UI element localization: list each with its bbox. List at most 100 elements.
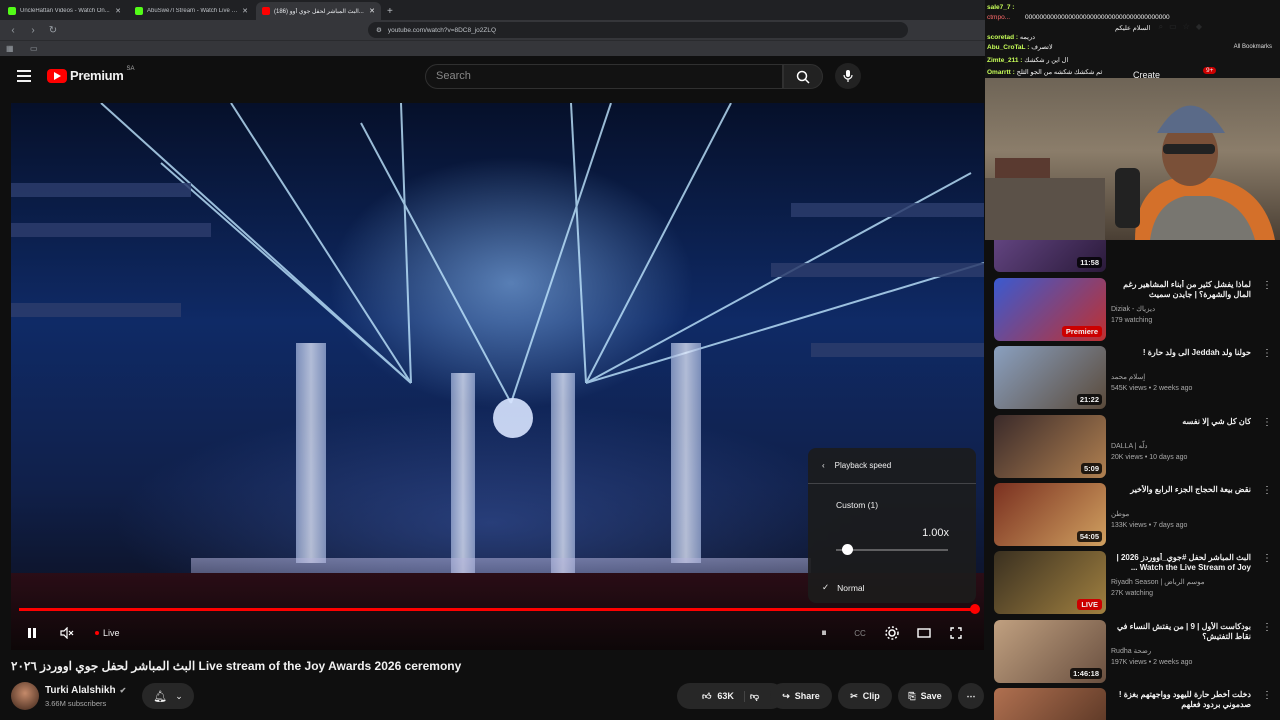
browser-tab-strip: UncleHattan Videos - Watch On... ✕ AbuSw… [0,0,985,20]
mute-button[interactable] [58,624,76,642]
speed-slider-handle[interactable] [842,544,854,555]
progress-bar[interactable] [19,608,976,611]
status-badge: LIVE [1077,599,1102,610]
recommendation-title[interactable]: دخلت أخطر حارة لليهود وواجهتهم بغزة ! صد… [1111,690,1251,712]
theater-icon [917,628,931,638]
recommendation-item[interactable]: Premiere لماذا يفشل كثير من أبناء المشاهي… [994,278,1274,342]
share-button[interactable]: ↪ Share [770,683,832,709]
close-tab-icon[interactable]: ✕ [115,7,121,15]
autoplay-toggle[interactable]: ⏸ [815,624,833,642]
fullscreen-button[interactable] [947,624,965,642]
menu-icon[interactable] [17,70,31,82]
search-input[interactable]: Search [425,64,783,89]
close-tab-icon[interactable]: ✕ [369,7,375,15]
recommendation-meta: 545K views • 2 weeks ago [1111,385,1193,392]
notification-badge[interactable]: 9+ [1203,67,1217,74]
normal-speed-option[interactable]: ✓ Normal [822,582,865,593]
recommendation-item[interactable]: LIVE البث المباشر لحفل #جوي_أووردز 2026 |… [994,551,1274,615]
address-bar[interactable]: ⚙ youtube.com/watch?v=8DC8_jo2ZLQ [368,22,908,38]
new-tab-button[interactable]: + [381,2,399,20]
video-thumbnail[interactable]: LIVE [994,551,1106,614]
clip-button[interactable]: ✂ Clip [838,683,892,709]
stream-chat-overlay: sale7_7 : ctmpo... 000000000000000000000… [985,0,1280,80]
recommendation-title[interactable]: كان كل شي إلا نفسه [1111,417,1251,439]
forward-icon[interactable]: › [26,23,40,37]
like-button[interactable]: 👍︎ 63K [702,690,745,702]
more-options-icon[interactable]: ⋮ [1262,690,1272,701]
recommendation-title[interactable]: نقض بيعة الحجاج الجزء الرابع والأخير [1111,485,1251,507]
apps-icon[interactable]: ▦ [6,44,14,53]
voice-search-button[interactable] [835,63,861,89]
chat-line: Omarrtt : ثم شكشك شكشه من الجو الثلج [987,69,1103,76]
channel-name[interactable]: Turki Alalshikh ✔ [45,685,126,696]
site-info-icon[interactable]: ⚙ [376,26,382,34]
recommendation-item[interactable]: 21:22 حولنا ولد Jeddah الى ولد حارة ! إسلا… [994,346,1274,410]
reload-icon[interactable]: ↻ [46,23,60,37]
recommendation-item[interactable]: 5:09 كان كل شي إلا نفسه DALLA | دلّه 20K vi… [994,415,1274,479]
speed-value: 1.00x [922,527,949,539]
url-text: youtube.com/watch?v=8DC8_jo2ZLQ [387,26,497,34]
browser-tab[interactable]: AbuSwe7l Stream - Watch Live on Ki... ✕ [129,2,254,20]
settings-button[interactable] [883,624,901,642]
recommendation-title[interactable]: حولنا ولد Jeddah الى ولد حارة ! [1111,348,1251,370]
recommendation-title[interactable]: بودكاست الأول | 9 | من يفتش النساء في نق… [1111,622,1251,644]
streamer-webcam [985,78,1280,240]
theater-mode-button[interactable] [915,624,933,642]
recommendation-item[interactable]: 11:5860K views • 8 days ago [994,240,1274,282]
browser-tab-active[interactable]: (186) البث المباشر لحفل جوي أوو... ✕ [256,2,381,20]
recommendation-channel[interactable]: DALLA | دلّه [1111,442,1148,450]
recommendation-channel[interactable]: Riyadh Season | موسم الرياض [1111,578,1205,586]
video-thumbnail[interactable]: 5:09 [994,415,1106,478]
bookmarks-folder[interactable]: All Bookmarks [1234,44,1272,50]
recommendation-item[interactable]: 1:46:18 بودكاست الأول | 9 | من يفتش النسا… [994,620,1274,684]
live-dot-icon [95,631,99,635]
video-thumbnail[interactable]: 11:58 [994,240,1106,272]
more-options-icon[interactable]: ⋮ [1262,417,1272,428]
video-thumbnail[interactable]: 1:46:18 [994,620,1106,683]
recommendation-meta: 179 watching [1111,317,1153,324]
video-thumbnail[interactable]: 21:22 [994,346,1106,409]
more-actions-button[interactable]: ⋯ [958,683,984,709]
more-options-icon[interactable]: ⋮ [1262,280,1272,291]
more-options-icon[interactable]: ⋮ [1262,348,1272,359]
recommendation-item[interactable]: دخلت أخطر حارة لليهود وواجهتهم بغزة ! صد… [994,688,1274,720]
recommendation-title[interactable]: لماذا يفشل كثير من أبناء المشاهير رغم ال… [1111,280,1251,302]
progress-scrubber[interactable] [970,604,980,614]
more-options-icon[interactable]: ⋮ [1262,622,1272,633]
more-options-icon[interactable]: ⋮ [1262,553,1272,564]
recommendation-title[interactable]: البث المباشر لحفل #جوي_أووردز 2026 | Wat… [1111,553,1251,575]
pause-button[interactable] [23,624,41,642]
captions-button[interactable]: CC [851,624,869,642]
back-icon[interactable]: ‹ [6,23,20,37]
search-button[interactable] [783,64,823,89]
close-tab-icon[interactable]: ✕ [242,7,248,15]
folder-icon[interactable]: ▭ [30,44,38,53]
share-icon: ↪ [782,690,790,701]
recommendation-channel[interactable]: موطن [1111,510,1129,518]
notification-bell-button[interactable]: 🔔︎ ⌄ [142,683,194,709]
avatar[interactable] [11,682,39,710]
more-options-icon[interactable]: ⋮ [1262,485,1272,496]
custom-speed-option[interactable]: Custom (1) [836,500,878,510]
video-thumbnail[interactable]: Premiere [994,278,1106,341]
like-count: 63K [717,691,734,701]
speed-menu-header[interactable]: ‹ Playback speed [808,448,976,484]
recommendation-item[interactable]: 54:05 نقض بيعة الحجاج الجزء الرابع والأخي… [994,483,1274,547]
video-thumbnail[interactable] [994,688,1106,720]
region-code: SA [126,65,135,72]
thumbs-down-icon: 👎︎ [749,690,760,701]
live-indicator[interactable]: Live [95,628,120,638]
recommendation-channel[interactable]: Diziak - ديزياك [1111,305,1155,313]
recommendation-meta: 20K views • 10 days ago [1111,454,1188,461]
save-button[interactable]: ⎘ Save [898,683,952,709]
dislike-button[interactable]: 👎︎ [750,691,759,702]
youtube-logo[interactable]: Premium SA [47,65,135,83]
video-thumbnail[interactable]: 54:05 [994,483,1106,546]
browser-tab[interactable]: UncleHattan Videos - Watch On... ✕ [2,2,127,20]
recommendation-channel[interactable]: إسلام محمد [1111,373,1145,381]
youtube-favicon-icon [262,7,270,15]
video-player[interactable]: ‹ Playback speed Custom (1) 1.00x ✓ Norm… [11,103,984,650]
recommendation-meta: 133K views • 7 days ago [1111,522,1188,529]
player-controls: Live ⏸ CC [11,616,984,650]
recommendation-channel[interactable]: Rudha رضحة [1111,647,1151,655]
